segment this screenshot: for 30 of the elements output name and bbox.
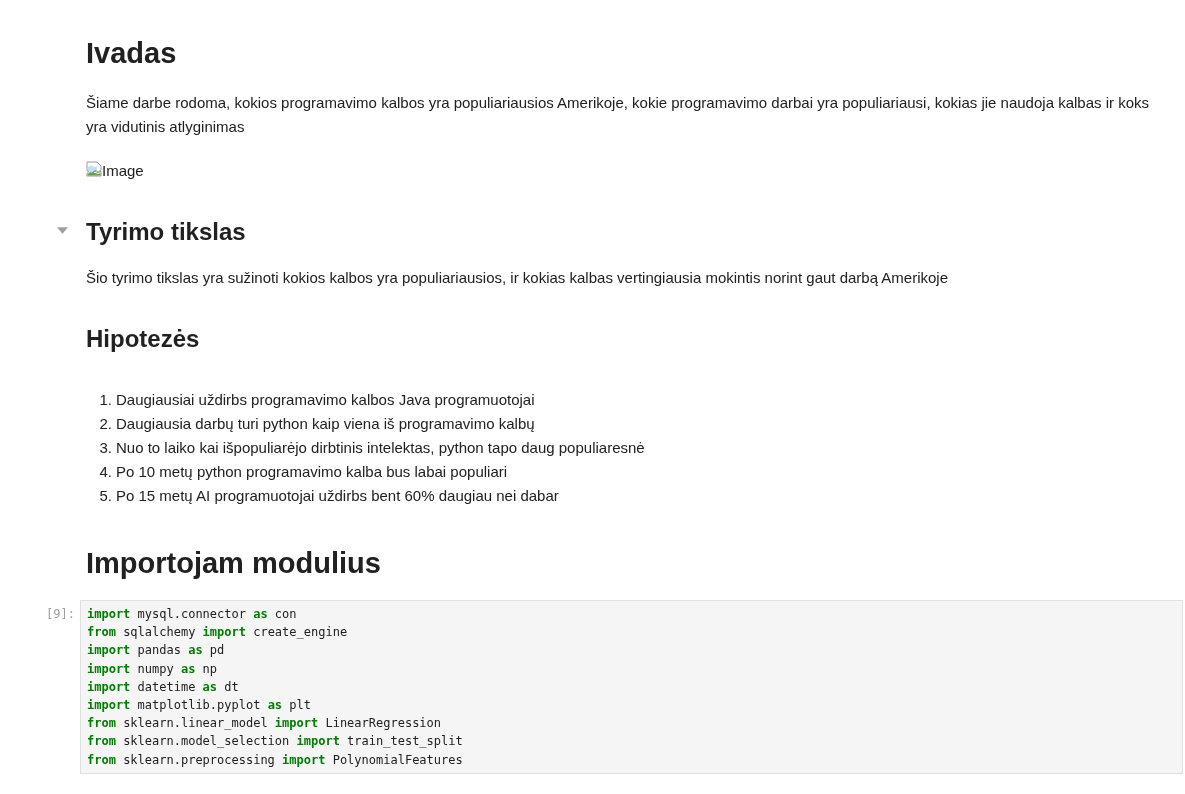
code-line: import pandas as pd — [87, 642, 226, 660]
image-alt-text: Image — [102, 161, 144, 181]
heading: Importojam modulius — [86, 546, 382, 581]
collapse-caret-icon[interactable] — [57, 227, 68, 234]
list-item-text: Daugiausiai uždirbs programavimo kalbos Java programuotojai — [116, 390, 535, 410]
paragraph: Šio tyrimo tikslas yra sužinoti kokios kalbos yra populiariausios, ir kokias kalbas vertingiausia mokintis norint gaut darbą Amerikoje — [86, 268, 950, 288]
code-line: import mysql.connector as con — [87, 606, 298, 623]
broken-image-icon — [86, 161, 102, 177]
code-line: import datetime as dt — [87, 678, 240, 696]
list-item-text: Nuo to laiko kai išpopuliarėjo dirbtinis intelektas, python tapo daug populiaresnė — [116, 438, 645, 458]
code-line: from sklearn.preprocessing import PolynomialFeatures — [87, 751, 464, 769]
paragraph: Šiame darbe rodoma, kokios programavimo kalbos yra populiariausios Amerikoje, kokie programavimo darbai yra populiariausi, kokias jie naudoja kalbas ir koks yra vidutinis atlyginimas — [86, 93, 1149, 137]
list-item-text: Po 15 metų AI programuotojai uždirbs bent 60% daugiau nei dabar — [116, 486, 559, 506]
heading: Ivadas — [86, 36, 178, 71]
list-number: 5. — [98, 486, 113, 506]
code-line: from sklearn.model_selection import train_test_split — [87, 733, 464, 751]
code-cell[interactable] — [80, 600, 1183, 774]
list-number: 3. — [98, 438, 113, 458]
heading: Hipotezės — [86, 324, 201, 353]
list-item-text: Po 10 metų python programavimo kalba bus labai populiari — [116, 462, 508, 482]
code-line: from sklearn.linear_model import LinearRegression — [87, 715, 443, 733]
code-line: import numpy as np — [87, 660, 219, 678]
list-number: 2. — [98, 414, 113, 434]
list-item-text: Daugiausia darbų turi python kaip viena iš programavimo kalbų — [116, 414, 535, 434]
code-line: import matplotlib.pyplot as plt — [87, 697, 312, 714]
execution-count: [9]: — [46, 606, 75, 623]
code-line: from sqlalchemy import create_engine — [87, 624, 349, 642]
heading: Tyrimo tikslas — [86, 217, 247, 246]
list-number: 4. — [98, 462, 113, 482]
list-number: 1. — [98, 390, 113, 410]
